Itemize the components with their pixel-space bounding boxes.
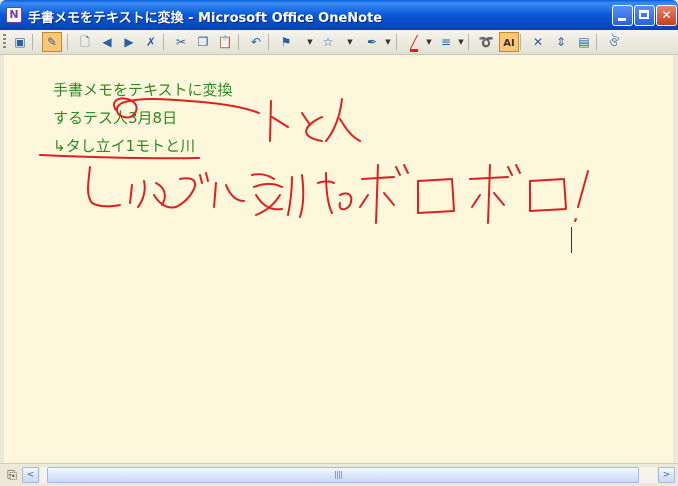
delete-page-icon: ✗ (145, 35, 157, 49)
cut-button[interactable]: ✂ (171, 32, 191, 52)
toolbar-separator (520, 34, 521, 50)
maximize-icon (639, 10, 649, 19)
pen-style-button[interactable]: ✒ (362, 32, 382, 52)
handwriting-ink[interactable] (4, 55, 673, 463)
forward-button[interactable]: ▶ (119, 32, 139, 52)
ink-to-text-icon: AI (503, 38, 515, 49)
paste-icon: 📋 (217, 35, 233, 49)
standard-toolbar: ▣✎🗋◀▶✗✂❐📋↶⚑☆✒╱≡➰AI✕⇕▤ঔ▼▼▼▼▼ »▾ (0, 30, 678, 81)
flag-icon: ⚑ (280, 35, 292, 49)
flag-dropdown-arrow-icon[interactable]: ▼ (306, 32, 314, 52)
lasso-select-icon: ➰ (478, 35, 494, 49)
toolbar-separator (67, 34, 68, 50)
toolbar-separator (32, 34, 33, 50)
insert-space-icon: ⇕ (555, 35, 567, 49)
delete-page-button[interactable]: ✗ (141, 32, 161, 52)
bottom-bar: ⎘ < > (0, 463, 678, 486)
copy-button[interactable]: ❐ (193, 32, 213, 52)
note-page[interactable]: 手書メモをテキストに変換 するテス人3月8日 ↳タし立イ1モトと川 (4, 55, 673, 463)
chevron-left-icon: < (26, 470, 35, 480)
new-page-button[interactable]: 🗋 (75, 32, 95, 52)
toolbar-separator (268, 34, 269, 50)
full-page-view-button[interactable]: ▣ (10, 32, 30, 52)
pen-style-icon: ✒ (366, 35, 378, 49)
toolbar-separator (238, 34, 239, 50)
pen-color-icon: ╱ (410, 35, 418, 52)
line-weight-button[interactable]: ≡ (436, 32, 456, 52)
cut-icon: ✂ (175, 35, 187, 49)
page-tools-icon[interactable]: ⎘ (4, 467, 20, 483)
insert-space-button[interactable]: ⇕ (551, 32, 571, 52)
flag-button[interactable]: ⚑ (276, 32, 296, 52)
undo-button[interactable]: ↶ (246, 32, 266, 52)
horizontal-scroll-thumb[interactable] (47, 467, 639, 483)
toolbar-grip[interactable] (3, 34, 6, 50)
toolbar-separator (396, 34, 397, 50)
forward-icon: ▶ (124, 35, 134, 49)
pen-color-button[interactable]: ╱ (404, 32, 424, 52)
line-weight-icon: ≡ (440, 35, 452, 49)
page-list-icon: ▤ (578, 35, 590, 49)
title-bar[interactable]: N 手書メモをテキストに変換 - Microsoft Office OneNot… (0, 0, 678, 30)
copy-icon: ❐ (197, 35, 209, 49)
research-button[interactable]: ঔ (604, 32, 624, 52)
onenote-app-icon[interactable]: N (6, 7, 22, 23)
undo-icon: ↶ (250, 35, 262, 49)
toolbar-separator (468, 34, 469, 50)
star-dropdown-arrow-icon[interactable]: ▼ (346, 32, 354, 52)
chevron-right-icon: > (662, 470, 671, 480)
paste-button[interactable]: 📋 (215, 32, 235, 52)
maximize-button[interactable] (634, 5, 655, 26)
line-weight-dropdown-arrow-icon[interactable]: ▼ (457, 32, 465, 52)
close-icon: ✕ (661, 8, 672, 22)
new-page-icon: 🗋 (80, 35, 90, 49)
star-button[interactable]: ☆ (318, 32, 338, 52)
star-icon: ☆ (322, 35, 334, 49)
onenote-window: N 手書メモをテキストに変換 - Microsoft Office OneNot… (0, 0, 678, 486)
lasso-select-button[interactable]: ➰ (476, 32, 496, 52)
research-icon: ঔ (609, 35, 619, 49)
scroll-right-button[interactable]: > (658, 467, 675, 483)
scroll-thumb-grip (335, 471, 343, 479)
minimize-button[interactable] (612, 5, 633, 26)
minimize-icon (618, 18, 626, 21)
ink-to-text-button[interactable]: AI (499, 32, 519, 52)
text-cursor (571, 227, 572, 253)
full-page-view-icon: ▣ (14, 35, 26, 49)
close-button[interactable]: ✕ (656, 5, 677, 26)
pen-icon: ✎ (46, 35, 58, 49)
pen-color-dropdown-arrow-icon[interactable]: ▼ (425, 32, 433, 52)
scroll-left-button[interactable]: < (22, 467, 39, 483)
page-list-button[interactable]: ▤ (574, 32, 594, 52)
eraser-icon: ✕ (532, 35, 544, 49)
pen-button[interactable]: ✎ (42, 32, 62, 52)
eraser-button[interactable]: ✕ (528, 32, 548, 52)
window-title: 手書メモをテキストに変換 - Microsoft Office OneNote (28, 11, 383, 26)
back-button[interactable]: ◀ (97, 32, 117, 52)
back-icon: ◀ (102, 35, 112, 49)
toolbar-separator (163, 34, 164, 50)
pen-style-dropdown-arrow-icon[interactable]: ▼ (384, 32, 392, 52)
toolbar-separator (596, 34, 597, 50)
